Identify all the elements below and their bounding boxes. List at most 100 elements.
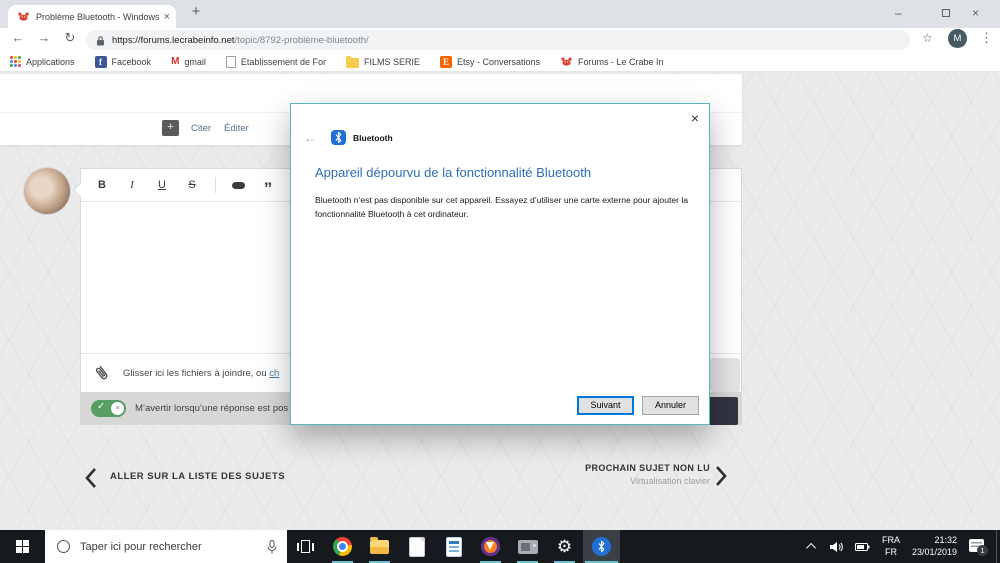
chrome-icon [333,537,352,556]
submit-reply-button[interactable] [708,397,738,425]
next-unread-title: PROCHAIN SUJET NON LU [585,463,710,473]
bookmark-gmail[interactable]: M gmail [171,56,206,67]
browser-tab[interactable]: Problème Bluetooth - Windows × [8,5,176,28]
bookmark-films-serie[interactable]: FILMS SERIE [345,55,420,68]
toolbar-divider [215,177,216,193]
bookmark-etsy[interactable]: E Etsy - Conversations [439,55,540,68]
folder-icon [345,55,359,68]
bookmark-applications[interactable]: Applications [10,56,75,67]
attach-text: Glisser ici les fichiers à joindre, ou c… [123,367,280,379]
task-view-icon [297,540,314,553]
taskbar-search-input[interactable]: Taper ici pour rechercher [45,530,287,563]
system-tray: FRA FR 21:32 23/01/2019 1 [806,530,1000,563]
new-tab-button[interactable]: + [186,3,206,20]
tray-chevron-up-icon[interactable] [806,542,816,553]
choose-files-link[interactable]: ch [269,368,279,379]
multiquote-plus-button[interactable]: + [162,120,179,136]
cortana-icon [57,540,70,553]
screen: Problème Bluetooth - Windows × + – × ← →… [0,0,1000,563]
clock[interactable]: 21:32 23/01/2019 [912,535,957,558]
gear-icon: ⚙ [556,537,573,556]
bluetooth-dialog: × ← Bluetooth Appareil dépourvu de la fo… [290,103,710,425]
toggle-knob[interactable]: ≡ [111,401,124,415]
task-view-button[interactable] [287,530,324,563]
show-desktop-button[interactable] [996,530,1000,563]
taskbar: Taper ici pour rechercher ⚙ FRA FR 21:32… [0,530,1000,563]
quote-icon[interactable]: ” [261,178,275,197]
taskbar-bluetooth-button[interactable] [583,530,620,563]
window-close-button[interactable]: × [972,0,1000,26]
gmail-icon: M [171,56,180,67]
italic-button[interactable]: I [125,179,139,191]
microphone-icon[interactable] [267,540,277,554]
link-icon[interactable] [232,181,245,189]
time: 21:32 [934,534,957,545]
next-unread-subtitle: Virtualisation clavier [630,476,710,486]
browser-address-bar: ← → ↻ https://forums.lecrabeinfo.net/top… [0,28,1000,52]
url-text: https://forums.lecrabeinfo.net/topic/879… [112,34,369,46]
go-to-topic-list-link[interactable]: ALLER SUR LA LISTE DES SUJETS [110,471,285,482]
user-avatar[interactable] [24,168,70,214]
bookmark-etablissement[interactable]: Etablissement de For [225,55,326,68]
apps-grid-icon [10,56,21,67]
bookmark-forums-le-crabe[interactable]: Forums - Le Crabe In [560,56,664,67]
edit-link[interactable]: Éditer [224,123,249,134]
browser-tab-strip: Problème Bluetooth - Windows × + – × [0,0,1000,28]
etsy-icon: E [439,55,452,68]
facebook-icon: f [94,55,107,68]
paperclip-icon [95,365,108,380]
dialog-close-icon[interactable]: × [691,110,699,126]
chevron-left-icon[interactable] [84,467,98,489]
action-center-button[interactable]: 1 [969,539,988,556]
check-icon: ✓ [97,400,106,412]
url-omnibox[interactable]: https://forums.lecrabeinfo.net/topic/879… [86,30,910,50]
notify-label: M’avertir lorsqu’une réponse est pos [135,402,289,414]
dialog-app-title: Bluetooth [353,132,393,143]
chevron-right-icon[interactable] [714,465,728,487]
taskbar-explorer-button[interactable] [361,530,398,563]
language-indicator[interactable]: FRA FR [882,535,900,558]
editor-side-button[interactable] [710,358,740,392]
window-minimize-button[interactable]: – [895,0,925,26]
next-unread-topic-link[interactable]: PROCHAIN SUJET NON LU Virtualisation cla… [585,463,710,486]
window-maximize-button[interactable] [942,9,950,17]
date: 23/01/2019 [911,546,957,557]
speaker-icon[interactable] [829,541,843,553]
bookmark-star-icon[interactable]: ☆ [922,31,933,45]
next-button[interactable]: Suivant [577,396,634,415]
underline-button[interactable]: U [155,179,169,191]
bold-button[interactable]: B [95,179,109,191]
profile-avatar[interactable]: M [948,29,967,48]
dialog-body: Bluetooth n’est pas disponible sur cet a… [315,195,689,219]
tab-title: Problème Bluetooth - Windows [36,11,160,22]
taskbar-vm-button[interactable] [509,530,546,563]
dialog-back-icon[interactable]: ← [304,131,316,145]
notify-toggle[interactable]: ✓ ≡ [91,399,126,417]
strikethrough-button[interactable]: S [185,179,199,191]
taskbar-settings-button[interactable]: ⚙ [546,530,583,563]
search-placeholder: Taper ici pour rechercher [80,540,202,553]
taskbar-antivirus-button[interactable] [472,530,509,563]
start-button[interactable] [0,530,45,563]
taskbar-document-button[interactable] [398,530,435,563]
windows-logo-icon [16,540,29,553]
page-icon [225,55,236,68]
bookmark-facebook[interactable]: f Facebook [94,55,151,68]
quote-link[interactable]: Citer [191,123,211,134]
dialog-footer: Suivant Annuler [577,396,699,415]
cancel-button[interactable]: Annuler [642,396,699,415]
taskbar-chrome-button[interactable] [324,530,361,563]
device-icon [517,539,538,554]
crab-icon [561,57,572,66]
reload-icon[interactable]: ↻ [60,30,80,46]
taskbar-icons: ⚙ [287,530,620,563]
browser-menu-icon[interactable]: ⋮ [980,30,993,46]
file-explorer-icon [370,536,389,554]
taskbar-writer-button[interactable] [435,530,472,563]
text-document-icon [446,537,461,556]
forward-icon[interactable]: → [34,30,54,45]
back-icon[interactable]: ← [8,30,28,45]
document-icon [409,537,424,556]
battery-icon[interactable] [854,542,870,552]
tab-close-icon[interactable]: × [164,11,170,23]
